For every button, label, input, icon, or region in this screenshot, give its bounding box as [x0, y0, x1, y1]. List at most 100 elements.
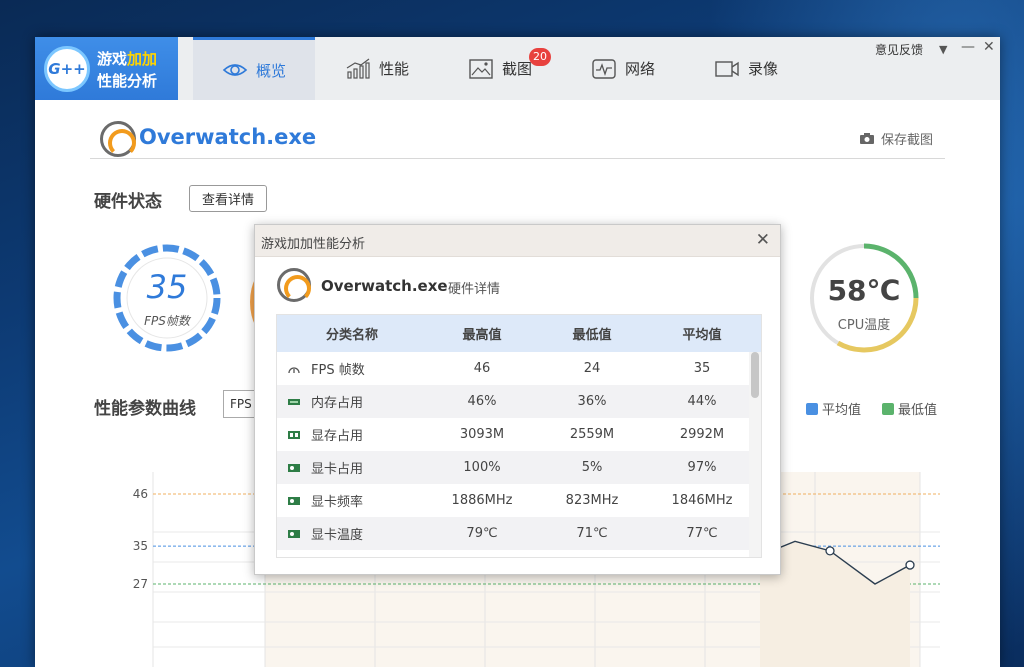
hardware-detail-dialog: 游戏加加性能分析 ✕ Overwatch.exe 硬件详情 分类名称 最高值 最…: [254, 224, 781, 575]
chart-y-tick-label: 35: [133, 539, 148, 553]
row-min: 2559M: [569, 427, 615, 442]
table-scrollbar[interactable]: [749, 352, 761, 557]
logo-title-line1: 游戏加加: [97, 50, 158, 68]
gpu-clock-icon: [288, 496, 300, 505]
table-row: FPS 帧数 46 24 35: [277, 352, 761, 385]
table-row: 显存占用 3093M 2559M 2992M: [277, 418, 761, 451]
hardware-detail-table: 分类名称 最高值 最低值 平均值 FPS 帧数 46 24 35 内存占用 46…: [276, 314, 762, 558]
fps-value: 35: [146, 268, 188, 306]
cpu-temp-label: CPU温度: [837, 318, 891, 333]
row-avg: 44%: [687, 394, 717, 409]
table-body: FPS 帧数 46 24 35 内存占用 46% 36% 44% 显存占用 30…: [277, 352, 761, 550]
table-row: 内存占用 46% 36% 44%: [277, 385, 761, 418]
game-title-row: Overwatch.exe 保存截图: [90, 113, 945, 159]
header-avg: 平均值: [682, 328, 722, 343]
video-icon: [715, 60, 739, 77]
row-min: 823MHz: [565, 493, 619, 508]
view-details-button[interactable]: 查看详情: [189, 185, 267, 212]
table-row: 显卡频率 1886MHz 823MHz 1846MHz: [277, 484, 761, 517]
cpu-temp-value: 58℃: [827, 274, 901, 307]
row-min: 71℃: [576, 526, 608, 541]
app-logo: G++ 游戏加加 性能分析: [35, 37, 178, 100]
row-avg: 2992M: [679, 427, 725, 442]
row-name: 显卡占用: [311, 462, 364, 477]
row-max: 46%: [467, 394, 497, 409]
fps-gauge: 35 FPS帧数: [111, 242, 223, 354]
cpu-temp-gauge: 58℃ CPU温度: [808, 242, 920, 354]
overwatch-logo-icon: [277, 268, 311, 302]
table-row: 显卡温度 79℃ 71℃ 77℃: [277, 517, 761, 550]
legend-min-label: 最低值: [898, 403, 938, 418]
minimize-button[interactable]: —: [961, 39, 975, 55]
chart-icon: [346, 58, 370, 79]
row-name: 显卡温度: [311, 528, 364, 543]
logo-title-line2: 性能分析: [97, 72, 158, 90]
eye-icon: [222, 64, 248, 76]
overwatch-logo-icon: [100, 121, 136, 157]
app-window: G++ 游戏加加 性能分析 概览 性能 截图 20 网络 录像 意见反馈 ▼ —…: [35, 37, 1000, 667]
legend-average: 平均值: [806, 399, 861, 418]
dialog-title: 游戏加加性能分析: [261, 237, 366, 252]
header-min: 最低值: [572, 328, 612, 343]
gpu-temp-icon: [288, 529, 300, 538]
row-name: 显卡频率: [311, 495, 364, 510]
tab-overview[interactable]: 概览: [193, 37, 315, 100]
tab-network[interactable]: 网络: [562, 37, 684, 100]
header-bar: G++ 游戏加加 性能分析 概览 性能 截图 20 网络 录像 意见反馈 ▼ —…: [35, 37, 1000, 100]
row-name: FPS 帧数: [311, 363, 365, 378]
camera-icon: [860, 133, 874, 144]
table-scroll-thumb[interactable]: [751, 352, 759, 398]
tab-performance-label: 性能: [378, 60, 409, 78]
row-min: 24: [583, 361, 601, 376]
feedback-link[interactable]: 意见反馈: [875, 41, 923, 58]
row-max: 46: [473, 361, 491, 376]
row-name: 显存占用: [311, 429, 364, 444]
row-name: 内存占用: [311, 396, 364, 411]
dialog-titlebar: 游戏加加性能分析 ✕: [255, 225, 780, 257]
save-screenshot-label: 保存截图: [881, 133, 934, 148]
hardware-status-title: 硬件状态: [94, 192, 162, 212]
game-exe-title: Overwatch.exe: [139, 125, 317, 149]
tab-screenshots-label: 截图: [501, 60, 532, 78]
tab-recording-label: 录像: [747, 60, 778, 78]
screenshot-count-badge: 20: [529, 48, 551, 66]
tab-performance[interactable]: 性能: [316, 37, 438, 100]
tab-recording[interactable]: 录像: [685, 37, 807, 100]
row-min: 36%: [577, 394, 607, 409]
table-header: 分类名称 最高值 最低值 平均值: [277, 315, 761, 352]
logo-badge-icon: G++: [44, 46, 90, 92]
dialog-subtitle: 硬件详情: [448, 282, 501, 297]
row-max: 79℃: [466, 526, 498, 541]
legend-min-swatch: [882, 402, 894, 415]
pulse-icon: [592, 58, 616, 79]
table-row: 显卡占用 100% 5% 97%: [277, 451, 761, 484]
save-screenshot-button[interactable]: 保存截图: [859, 129, 933, 148]
menu-dropdown-icon[interactable]: ▼: [939, 43, 947, 56]
row-max: 3093M: [459, 427, 505, 442]
tab-overview-label: 概览: [255, 61, 286, 80]
row-avg: 77℃: [686, 526, 718, 541]
chart-data-point: [905, 560, 915, 570]
close-window-button[interactable]: ✕: [983, 39, 995, 55]
chart-data-point: [825, 546, 835, 556]
tab-screenshots[interactable]: 截图: [439, 37, 561, 100]
row-avg: 1846MHz: [671, 493, 733, 508]
dialog-close-button[interactable]: ✕: [756, 230, 770, 250]
memory-icon: [288, 398, 300, 405]
legend-average-label: 平均值: [822, 403, 862, 418]
dialog-exe-title: Overwatch.exe: [321, 277, 448, 295]
fps-label: FPS帧数: [144, 314, 190, 328]
header-max: 最高值: [462, 328, 502, 343]
gpu-icon: [288, 463, 300, 472]
row-max: 1886MHz: [451, 493, 513, 508]
legend-average-swatch: [806, 402, 818, 415]
row-min: 5%: [581, 460, 603, 475]
tab-network-label: 网络: [624, 60, 655, 78]
chart-y-tick-label: 46: [133, 487, 148, 501]
row-avg: 97%: [687, 460, 717, 475]
row-max: 100%: [463, 460, 501, 475]
vram-icon: [288, 430, 300, 439]
gauge-icon: [288, 366, 300, 373]
curves-title: 性能参数曲线: [94, 399, 196, 419]
row-avg: 35: [693, 361, 711, 376]
